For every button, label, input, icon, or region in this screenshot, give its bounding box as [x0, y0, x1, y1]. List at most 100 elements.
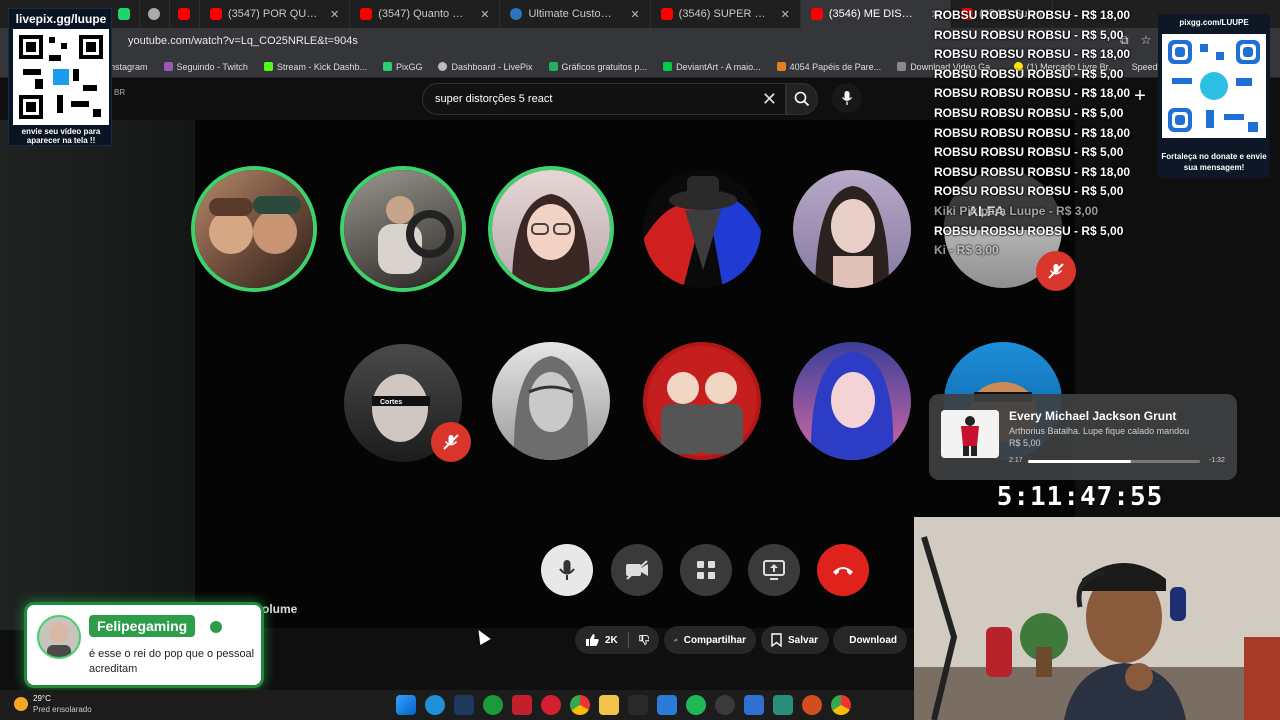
donation-list: ROBSU ROBSU ROBSU - R$ 18,00 ROBSU ROBSU… [934, 6, 1134, 261]
close-icon[interactable]: ✕ [781, 8, 790, 21]
app-icon[interactable] [744, 695, 764, 715]
search-value: super distorções 5 react [435, 93, 553, 105]
steam-icon[interactable] [454, 695, 474, 715]
screen-share-button[interactable] [748, 544, 800, 596]
donation-amount: R$ 5,00 [1009, 438, 1041, 448]
tab-4[interactable]: (3547) POR QUE FIZ CLI ✕ [200, 0, 351, 28]
youtube-icon [210, 8, 222, 20]
like-button[interactable]: 2K [585, 633, 618, 647]
now-playing-widget: Every Michael Jackson Grunt Arthorius Ba… [929, 394, 1237, 480]
end-call-button[interactable] [817, 544, 869, 596]
donation-entry: ROBSU ROBSU ROBSU - R$ 18,00 [934, 47, 1131, 62]
bookmark-kick[interactable]: Stream - Kick Dashb... [263, 61, 367, 72]
search-button[interactable] [786, 83, 818, 115]
mic-off-icon [443, 434, 459, 450]
tab-2[interactable] [140, 0, 170, 28]
volume-label: olume [262, 602, 298, 616]
close-icon[interactable]: ✕ [330, 8, 339, 21]
elapsed-time: 2:17 [1009, 457, 1023, 464]
windows-start-icon[interactable] [396, 695, 416, 715]
chrome-icon[interactable] [570, 695, 590, 715]
save-button[interactable]: Salvar [761, 626, 829, 654]
pinterest-icon[interactable] [541, 695, 561, 715]
avatar-art-text: Cortes [380, 399, 402, 406]
bookmark-label: Gráficos gratuitos p... [561, 61, 648, 72]
avatar-art [643, 176, 761, 288]
app-icon[interactable] [802, 695, 822, 715]
mic-off-icon [1048, 263, 1064, 279]
youtube-icon [178, 8, 190, 20]
microphone-toggle-button[interactable] [541, 544, 593, 596]
microphone-icon [559, 560, 575, 580]
weather-icon[interactable] [14, 697, 28, 711]
bookmark-twitch[interactable]: Seguindo - Twitch [163, 62, 248, 72]
app-icon[interactable] [773, 695, 793, 715]
edge-icon[interactable] [425, 695, 445, 715]
livepix-qr-widget: livepix.gg/luupe envie seu vídeo para ap… [8, 8, 112, 146]
spotify-icon[interactable] [686, 695, 706, 715]
activities-button[interactable] [680, 544, 732, 596]
left-background [0, 120, 195, 630]
acrobat-icon[interactable] [512, 695, 532, 715]
bookmark-icon [771, 633, 782, 647]
share-button[interactable]: Compartilhar [664, 626, 756, 654]
avatar-art [378, 196, 454, 274]
clear-search-icon[interactable]: ✕ [762, 89, 777, 110]
obs-icon[interactable] [715, 695, 735, 715]
camera-off-icon [626, 560, 648, 580]
download-button[interactable]: Download [833, 626, 907, 654]
bookmark-papeis[interactable]: 4054 Papéis de Pare... [776, 62, 881, 72]
youtube-icon [360, 8, 373, 20]
notepad-icon[interactable] [657, 695, 677, 715]
bookmark-pixgg[interactable]: PixGG [382, 61, 423, 72]
tab-8-active[interactable]: (3546) ME DISTORCERA✕ [800, 0, 952, 28]
like-count: 2K [605, 634, 618, 646]
tab-title: (3547) Quanto ganham [378, 8, 468, 20]
hang-up-icon [833, 567, 853, 575]
close-icon[interactable]: ✕ [630, 8, 639, 21]
star-icon[interactable]: ☆ [1141, 33, 1152, 48]
bookmark-label: DeviantArt - A maio... [676, 61, 761, 72]
capcut-icon[interactable] [628, 695, 648, 715]
close-icon[interactable]: ✕ [480, 8, 489, 21]
tab-3[interactable] [170, 0, 200, 28]
avatar-art [810, 352, 894, 460]
voice-search-button[interactable] [832, 83, 862, 113]
bookmark-graficos[interactable]: Gráficos gratuitos p... [548, 61, 648, 72]
tab-1[interactable] [110, 0, 140, 28]
url-text[interactable]: youtube.com/watch?v=Lq_CO25NRLE&t=904s [128, 35, 358, 47]
call-avatar-5 [793, 170, 911, 288]
chrome-icon[interactable] [831, 695, 851, 715]
tab-6[interactable]: Ultimate Custom Night ✕ [500, 0, 651, 28]
call-avatar-1 [195, 170, 313, 288]
donation-entry: Ki - R$ 3,00 [934, 243, 999, 258]
donation-entry: ROBSU ROBSU ROBSU - R$ 18,00 [934, 125, 1131, 140]
bookmark-label: Stream - Kick Dashb... [276, 61, 367, 72]
search-input[interactable]: super distorções 5 react ✕ [422, 83, 786, 115]
bookmark-livepix[interactable]: Dashboard - LivePix [438, 62, 533, 72]
muted-badge [431, 422, 471, 462]
tab-7[interactable]: (3546) SUPER DISTORÇÕ ✕ [651, 0, 801, 28]
call-avatar-4 [643, 170, 761, 288]
bookmark-deviantart[interactable]: DeviantArt - A maio... [663, 62, 761, 72]
call-avatar-10 [793, 342, 911, 460]
screen: (3547) POR QUE FIZ CLI ✕ (3547) Quanto ga… [0, 0, 1280, 720]
thumbs-down-icon[interactable] [638, 633, 649, 647]
avatar-art [815, 186, 889, 288]
donation-entry: ROBSU ROBSU ROBSU - R$ 5,00 [934, 223, 1124, 238]
screen-share-icon [763, 560, 785, 580]
call-avatar-8 [492, 342, 610, 460]
donation-entry: ROBSU ROBSU ROBSU - R$ 18,00 [934, 86, 1131, 101]
chat-alert: Felipegaming é esse o rei do pop que o p… [24, 602, 264, 688]
tab-5[interactable]: (3547) Quanto ganham ✕ [350, 0, 501, 28]
call-avatar-9 [643, 342, 761, 460]
bookmark-label: PixGG [395, 61, 423, 72]
xbox-icon[interactable] [483, 695, 503, 715]
steam-icon [510, 8, 523, 20]
chat-message: é esse o rei do pop que o pessoal acredi… [89, 648, 255, 675]
tab-title: Ultimate Custom Night [528, 8, 618, 20]
donation-entry: ROBSU ROBSU ROBSU - R$ 18,00 [934, 164, 1131, 179]
camera-toggle-button[interactable] [611, 544, 663, 596]
file-explorer-icon[interactable] [599, 695, 619, 715]
bookmark-instagram[interactable]: nstagram [110, 62, 148, 72]
